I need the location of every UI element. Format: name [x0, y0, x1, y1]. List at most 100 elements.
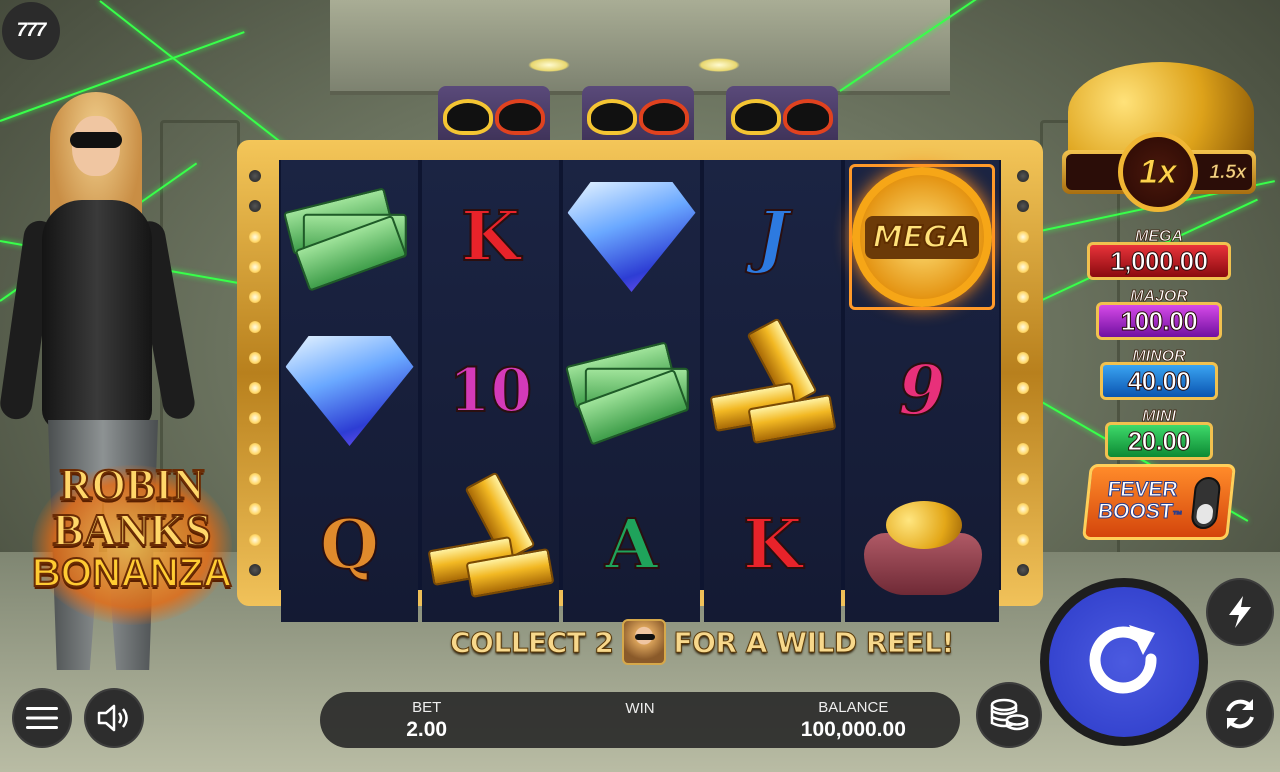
mask-icon — [587, 99, 637, 135]
speaker-icon — [97, 704, 128, 732]
heroine-portrait-icon — [621, 619, 666, 665]
mask-icon — [639, 99, 689, 135]
bet-label: BET — [412, 698, 442, 716]
fever-boost-label: FEVER BOOST™ — [1096, 478, 1186, 527]
collect-text-before: COLLECT 2 — [450, 625, 615, 659]
fever-boost-button[interactable]: FEVER BOOST™ — [1082, 464, 1236, 540]
balance-label: BALANCE — [818, 698, 889, 716]
logo-banks: BANKS — [52, 504, 212, 555]
mega-coin-icon: MEGA — [852, 167, 992, 307]
mega-coin-label: MEGA — [864, 215, 980, 259]
reel-1: Q — [281, 160, 418, 622]
jackpot-value: 40.00 — [1100, 362, 1218, 400]
heroine-mask — [70, 132, 122, 148]
cash-stack-icon — [564, 338, 699, 446]
jackpot-value: 20.00 — [1105, 422, 1213, 460]
reel-cell — [845, 468, 999, 622]
win-label: WIN — [625, 699, 655, 717]
autoplay-button[interactable] — [1206, 680, 1274, 748]
bet-display[interactable]: BET 2.00 — [320, 692, 533, 748]
vault-ceiling — [330, 0, 950, 95]
mask-collector — [582, 86, 694, 148]
jackpot-panel: MEGA 1,000.00 MAJOR 100.00 MINOR 40.00 M… — [1086, 228, 1232, 468]
reel-cell: A — [563, 468, 700, 622]
collect-banner: COLLECT 2 FOR A WILD REEL! — [450, 618, 955, 666]
reel-cell — [563, 314, 700, 468]
hamburger-icon — [26, 707, 58, 729]
refresh-arrow-icon — [1089, 625, 1157, 694]
mask-icon — [731, 99, 781, 135]
frame-bulbs-right — [1017, 170, 1031, 576]
turbo-button[interactable] — [1206, 578, 1274, 646]
jackpot-value: 1,000.00 — [1087, 242, 1231, 280]
symbol-9: 9 — [897, 350, 946, 432]
sound-button[interactable] — [84, 688, 144, 748]
current-multiplier: 1x — [1118, 132, 1198, 212]
multiplier-display: 1x 1.5x — [1060, 62, 1256, 212]
frame-bulbs-left — [249, 170, 263, 576]
info-bar: BET 2.00 WIN BALANCE 100,000.00 — [320, 692, 960, 748]
mask-icon — [443, 99, 493, 135]
symbol-k: K — [742, 504, 803, 586]
balance-display: BALANCE 100,000.00 — [747, 692, 960, 748]
provider-logo: 777 — [2, 2, 60, 60]
menu-button[interactable] — [12, 688, 72, 748]
reel-cell: K — [422, 160, 559, 314]
diamond-icon — [567, 182, 696, 292]
jackpot-label: MEGA — [1135, 228, 1184, 246]
game-logo: ROBIN BANKS BONANZA ™ — [12, 455, 253, 625]
coin-stack-icon — [990, 698, 1029, 731]
jackpot-minor: MINOR 40.00 — [1086, 348, 1232, 400]
autoplay-arrows-icon — [1226, 699, 1254, 729]
boost-word: BOOST — [1096, 500, 1174, 524]
reel-cell — [563, 160, 700, 314]
win-display: WIN — [533, 692, 746, 748]
reel-cell: Q — [281, 468, 418, 622]
fever-word: FEVER — [1106, 478, 1179, 502]
fever-boost-toggle[interactable] — [1190, 477, 1222, 529]
coin-purse-icon — [860, 495, 984, 595]
symbol-j: J — [755, 196, 789, 278]
logo-bonanza: BONANZA — [31, 551, 233, 595]
reel-5: MEGA 9 — [845, 160, 999, 622]
jackpot-label: MAJOR — [1130, 288, 1189, 306]
reel-cell — [422, 468, 559, 622]
reel-2: K 10 — [422, 160, 559, 622]
symbol-q: Q — [319, 504, 380, 586]
gold-bars-icon — [709, 317, 836, 445]
lightning-icon — [1229, 596, 1251, 628]
gold-bars-icon — [427, 471, 554, 599]
symbol-k: K — [460, 196, 521, 278]
reel-cell — [281, 314, 418, 468]
spin-button-face — [1049, 587, 1199, 737]
reel-cell — [281, 160, 418, 314]
jackpot-mini: MINI 20.00 — [1086, 408, 1232, 460]
reel-cell: K — [704, 468, 841, 622]
logo-robin: ROBIN — [59, 460, 205, 509]
ceiling-light — [698, 58, 740, 72]
reel-frame: Q K 10 A J K MEGA 9 — [237, 140, 1043, 622]
jackpot-label: MINI — [1142, 408, 1177, 426]
diamond-icon — [285, 336, 414, 446]
mask-collector — [438, 86, 550, 148]
bet-value: 2.00 — [406, 717, 448, 741]
reel-cell: 9 — [845, 314, 999, 468]
jackpot-major: MAJOR 100.00 — [1086, 288, 1232, 340]
symbol-10: 10 — [448, 355, 533, 427]
reel-grid: Q K 10 A J K MEGA 9 — [279, 160, 1001, 622]
reel-cell: J — [704, 160, 841, 314]
spin-button[interactable] — [1040, 578, 1208, 746]
next-multiplier: 1.5x — [1209, 162, 1247, 184]
collect-text-after: FOR A WILD REEL! — [673, 625, 955, 659]
bet-settings-button[interactable] — [976, 682, 1042, 748]
balance-value: 100,000.00 — [800, 717, 906, 741]
reel-cell — [704, 314, 841, 468]
reel-cell: MEGA — [849, 164, 995, 310]
reel-cell: 10 — [422, 314, 559, 468]
ceiling-light — [528, 58, 570, 72]
mask-icon — [495, 99, 545, 135]
heroine-body — [42, 200, 152, 430]
reel-3: A — [563, 160, 700, 622]
symbol-a: A — [604, 504, 659, 586]
jackpot-value: 100.00 — [1096, 302, 1222, 340]
